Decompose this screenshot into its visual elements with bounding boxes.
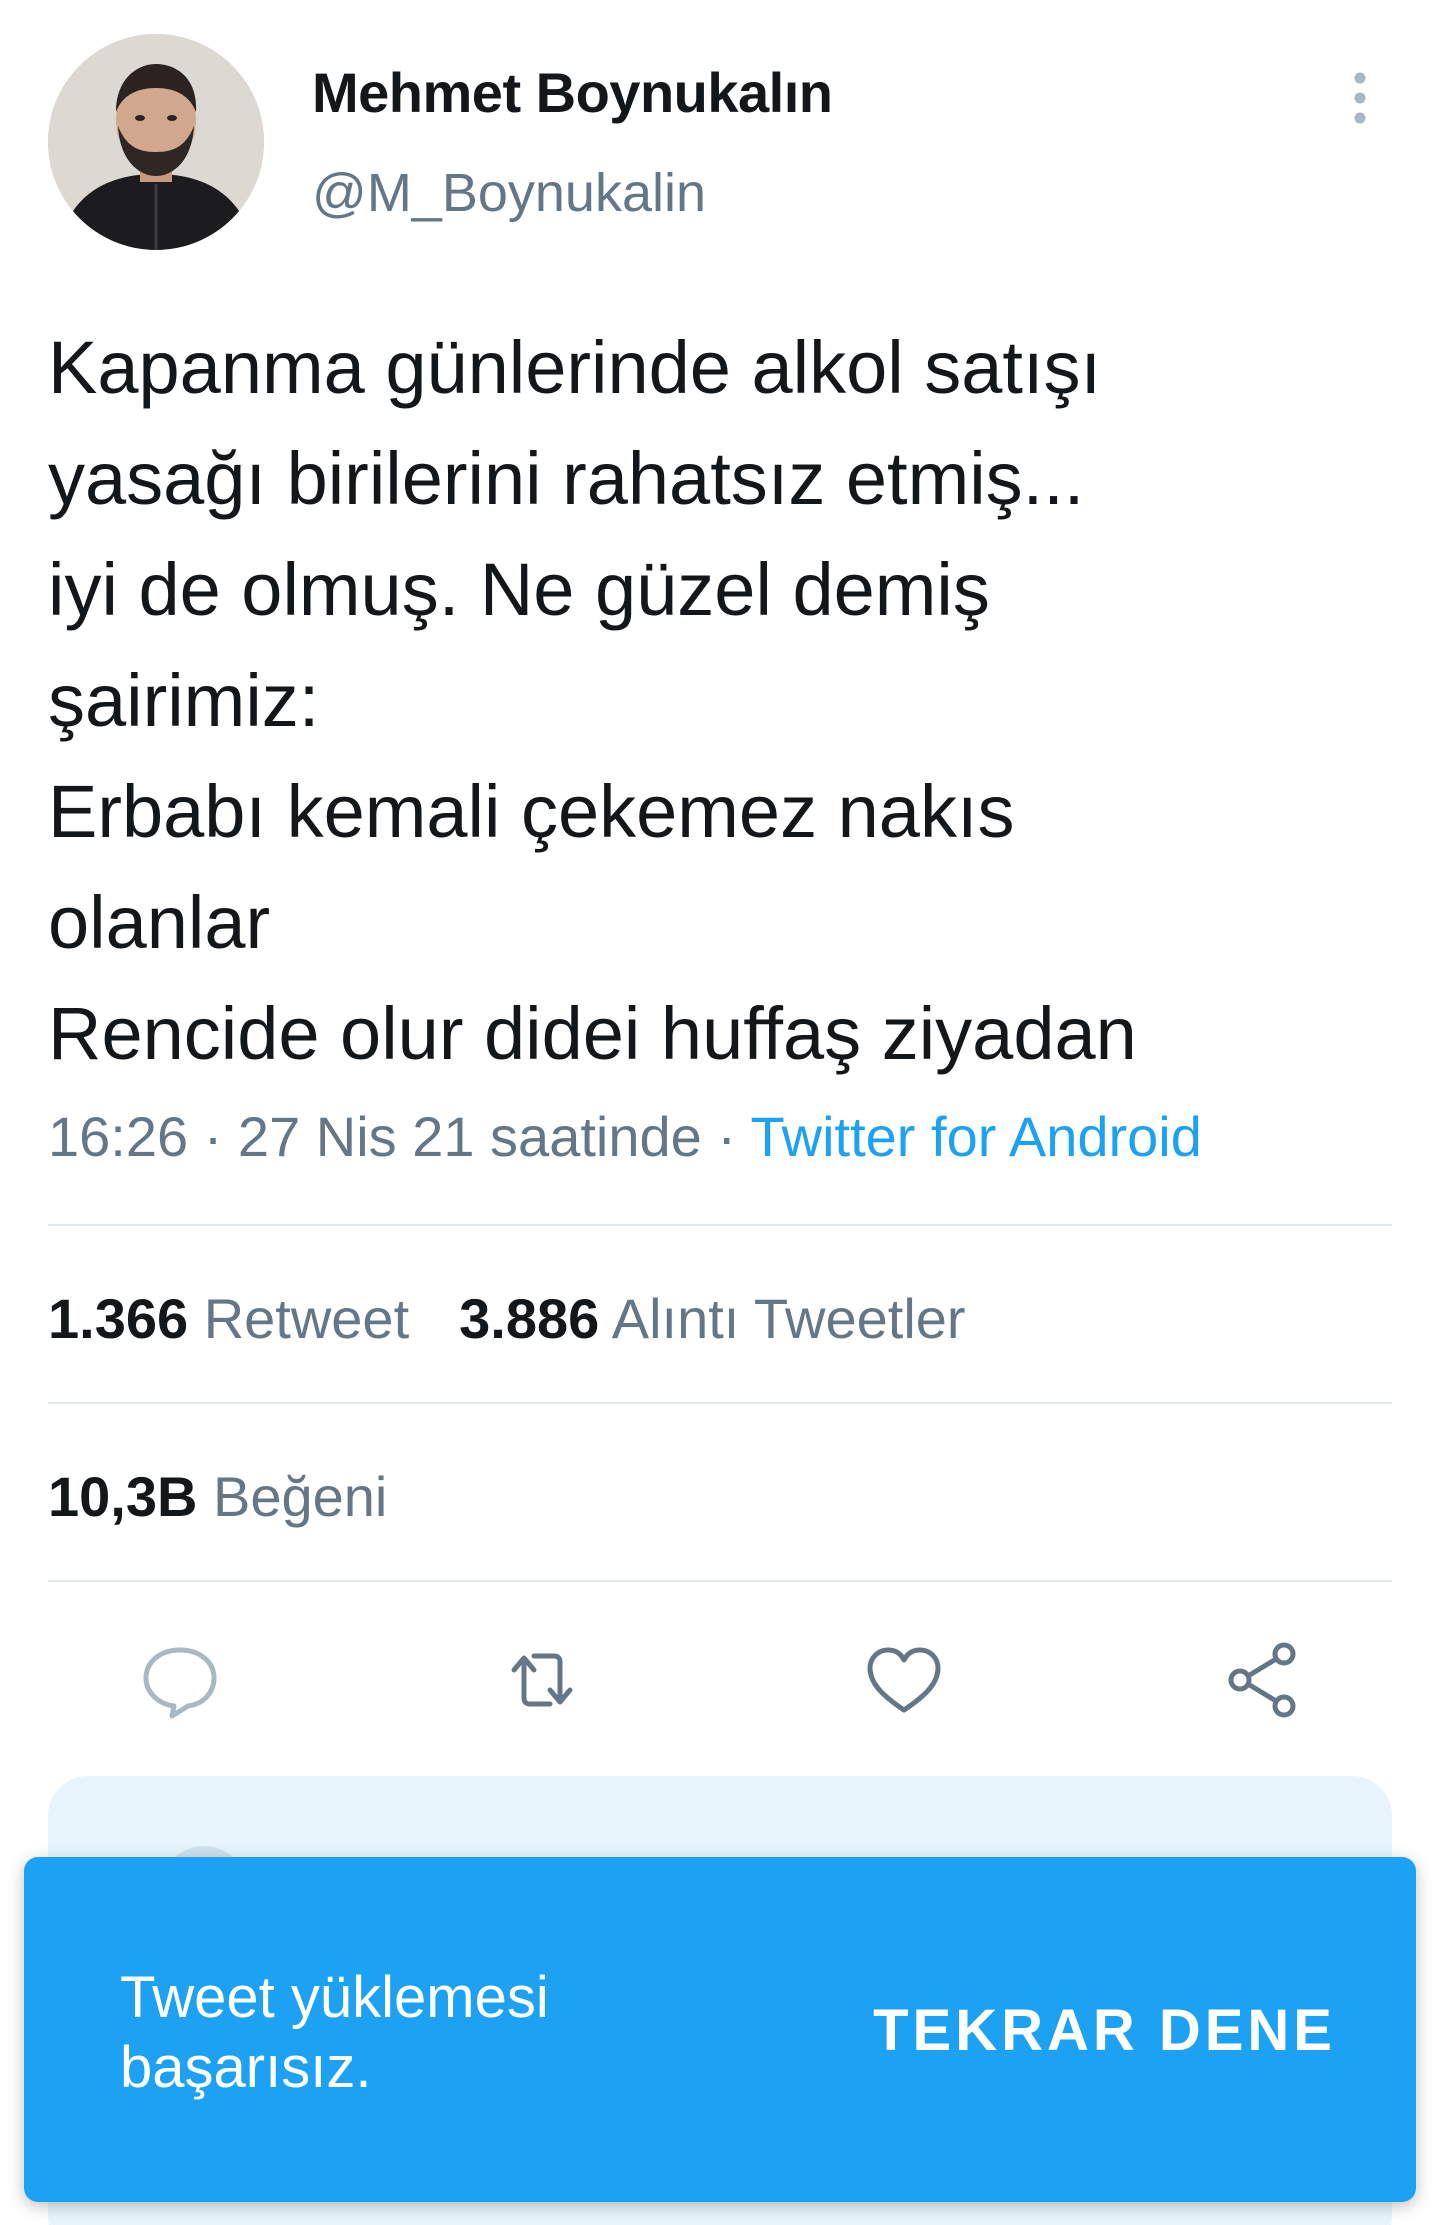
retry-button[interactable]: TEKRAR DENE — [873, 1997, 1336, 2064]
author-display-name[interactable]: Mehmet Boynukalın — [312, 60, 833, 125]
tweet-meta: 16:26 · 27 Nis 21 saatinde · Twitter for… — [48, 1104, 1202, 1169]
quotes-count: 3.886 — [459, 1287, 600, 1350]
likes-label: Beğeni — [213, 1465, 388, 1528]
more-options-icon[interactable] — [1342, 70, 1378, 126]
author-photo — [48, 34, 264, 250]
retweets-stat[interactable]: 1.366 Retweet — [48, 1287, 409, 1350]
quotes-stat[interactable]: 3.886 Alıntı Tweetler — [459, 1287, 965, 1350]
author-handle[interactable]: @M_Boynukalin — [312, 162, 706, 224]
share-icon[interactable] — [1220, 1636, 1308, 1724]
snackbar-message: Tweet yüklemesi başarısız. — [120, 1965, 549, 2100]
tweet-detail-screen: Mehmet Boynukalın @M_Boynukalin Kapanma … — [0, 0, 1440, 2225]
retweets-count: 1.366 — [48, 1287, 189, 1350]
meta-separator: · — [203, 1105, 223, 1168]
tweet-date: 27 Nis 21 saatinde — [237, 1105, 702, 1168]
tweet-text-line: iyi de olmuş. Ne güzel demiş — [48, 548, 990, 631]
meta-separator: · — [717, 1105, 736, 1168]
tweet-time: 16:26 — [48, 1105, 189, 1168]
tweet-text-line: yasağı birilerini rahatsız etmiş... — [48, 437, 1085, 520]
tweet-text-line: Kapanma günlerinde alkol satışı — [48, 326, 1102, 409]
error-snackbar: Tweet yüklemesi başarısız. TEKRAR DENE — [24, 1857, 1416, 2202]
author-avatar[interactable] — [48, 34, 264, 250]
tweet-text-line: şairimiz: — [48, 659, 320, 742]
divider — [48, 1580, 1392, 1582]
tweet-text-line: Rencide olur didei huffaş ziyadan — [48, 992, 1137, 1075]
like-icon[interactable] — [860, 1636, 948, 1724]
tweet-source-link[interactable]: Twitter for Android — [751, 1105, 1202, 1168]
divider — [48, 1402, 1392, 1404]
retweet-icon[interactable] — [498, 1636, 586, 1724]
likes-stats[interactable]: 10,3B Beğeni — [48, 1464, 387, 1529]
tweet-text: Kapanma günlerinde alkol satışı yasağı b… — [48, 312, 1388, 1089]
divider — [48, 1224, 1392, 1226]
retweets-label: Retweet — [203, 1287, 410, 1350]
reply-icon[interactable] — [136, 1636, 224, 1724]
retweet-quote-stats: 1.366 Retweet 3.886 Alıntı Tweetler — [48, 1286, 966, 1351]
likes-count: 10,3B — [48, 1465, 198, 1528]
tweet-text-line: olanlar — [48, 881, 271, 964]
tweet-action-bar — [48, 1636, 1392, 1724]
tweet-text-line: Erbabı kemali çekemez nakıs — [48, 770, 1015, 853]
quotes-label: Alıntı Tweetler — [611, 1287, 966, 1350]
